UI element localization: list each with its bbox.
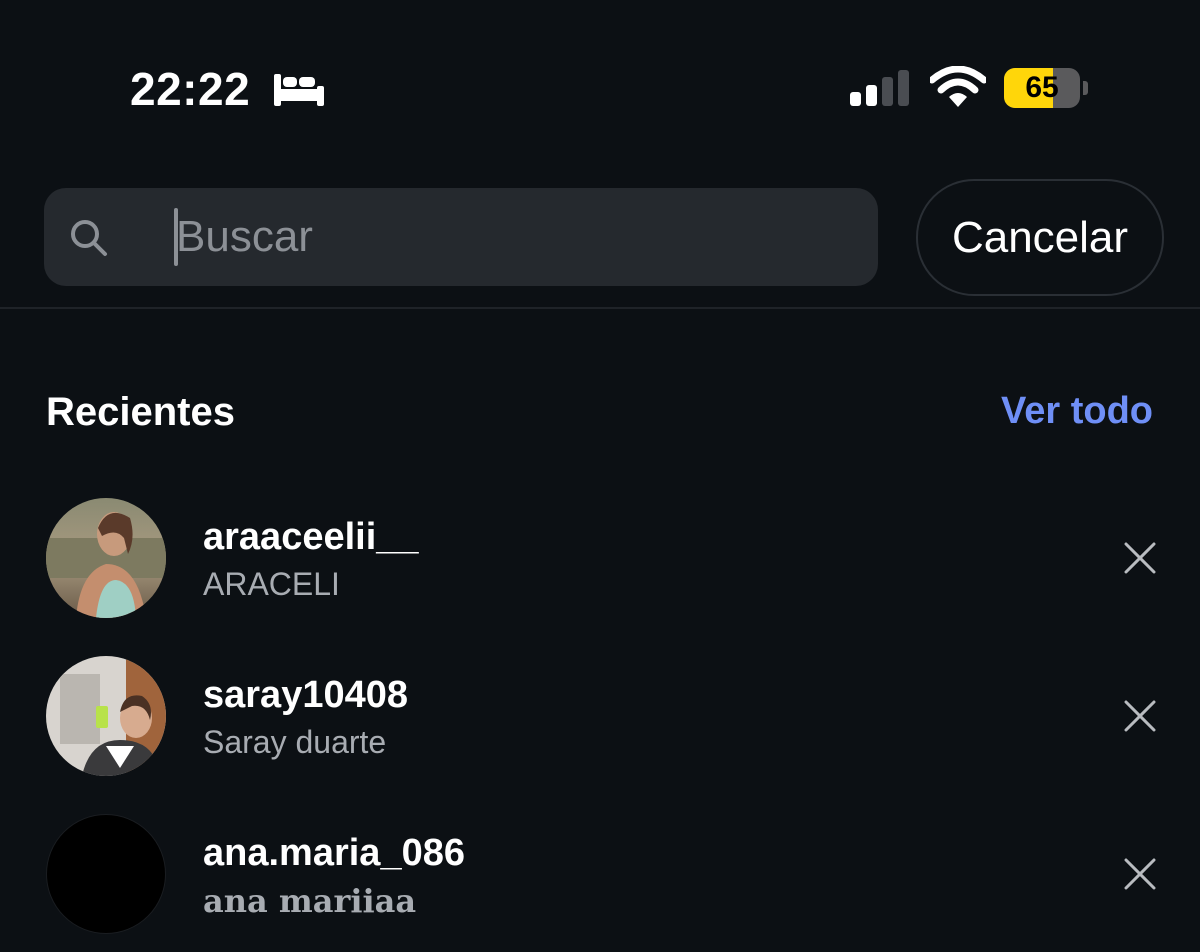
remove-icon[interactable] [1118,694,1162,738]
username: saray10408 [203,674,408,716]
see-all-link[interactable]: Ver todo [1001,390,1153,433]
fullname: ana mariiaa [203,882,417,920]
username: ana.maria_086 [203,832,465,874]
remove-icon[interactable] [1118,536,1162,580]
username: araaceelii__ [203,516,419,558]
battery-level: 65 [1025,71,1059,104]
search-icon [71,220,107,256]
avatar[interactable] [46,498,166,618]
fullname: ARACELI [203,566,340,602]
section-title: Recientes [46,390,235,434]
search-screen: 22:22 65 Buscar Cancelar Recientes Ver t… [0,0,1200,952]
wifi-icon [930,66,986,107]
status-time: 22:22 [130,63,251,115]
list-item[interactable]: ana.maria_086 ana mariiaa [0,812,1200,936]
search-input[interactable] [176,188,856,286]
signal-icon [850,70,909,106]
search-bar[interactable] [44,188,878,286]
battery-body: 65 [1004,68,1080,108]
avatar[interactable] [46,656,166,776]
battery-icon: 65 [1004,68,1088,108]
remove-icon[interactable] [1118,852,1162,896]
battery-nub [1083,81,1088,95]
bed-icon [274,74,324,106]
status-bar: 22:22 65 [0,0,1200,150]
list-item[interactable]: araaceelii__ ARACELI [0,496,1200,620]
header-divider [0,307,1200,309]
cancel-button[interactable]: Cancelar [916,179,1164,296]
avatar[interactable] [46,814,166,934]
list-item[interactable]: saray10408 Saray duarte [0,654,1200,778]
fullname: Saray duarte [203,724,387,760]
